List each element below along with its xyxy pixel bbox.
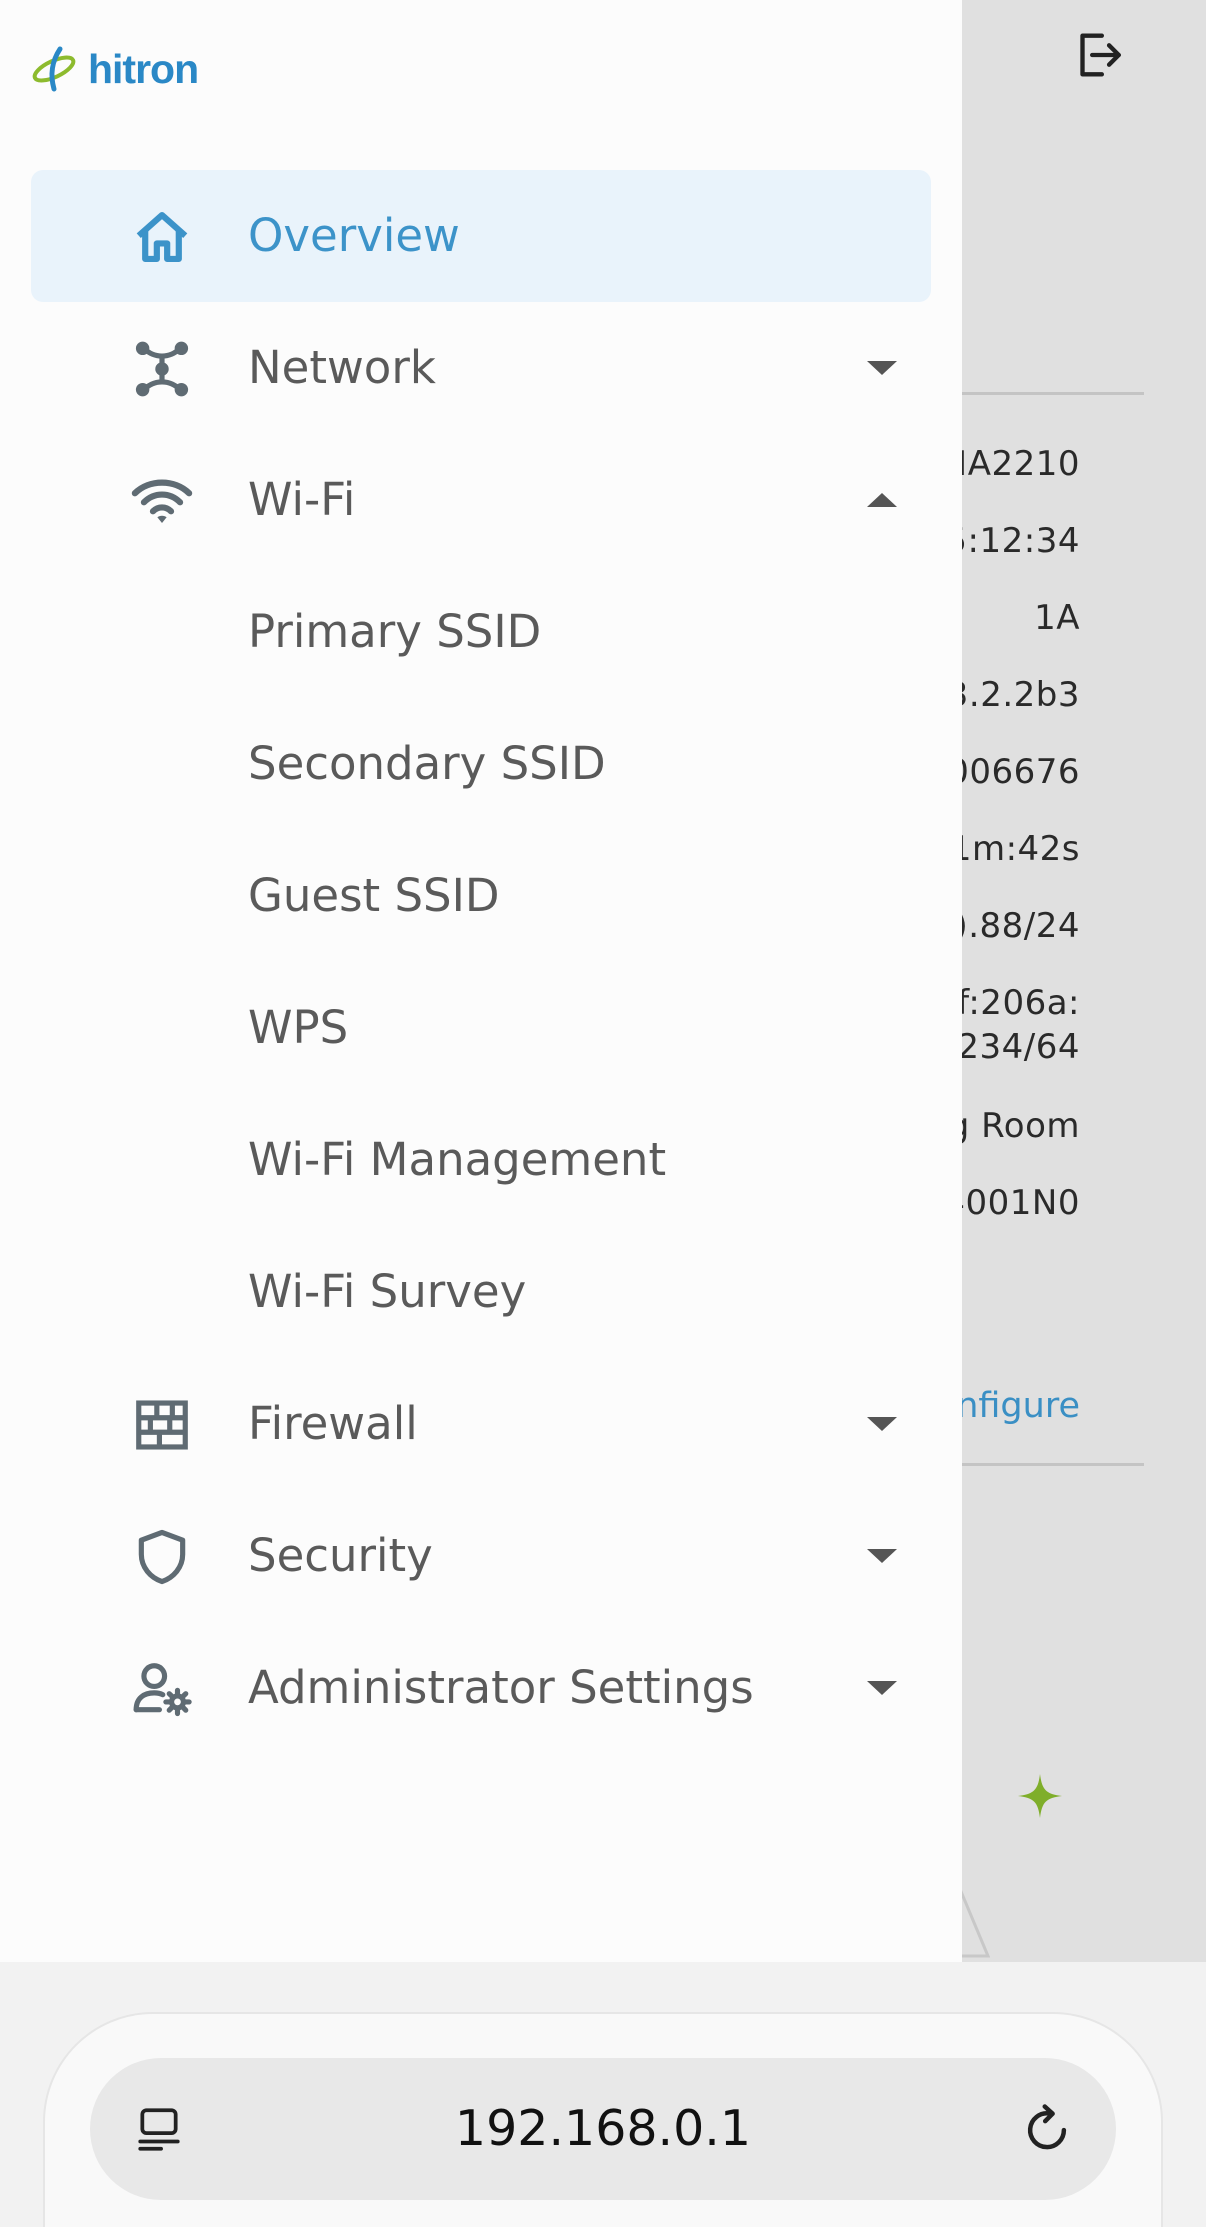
nav-label: Secondary SSID [248,737,606,790]
nav-item-wifi-management[interactable]: Wi-Fi Management [31,1094,931,1226]
nav-item-firewall[interactable]: Firewall [31,1358,931,1490]
nav-label: Primary SSID [248,605,542,658]
url-text[interactable]: 192.168.0.1 [90,2058,1116,2200]
firewall-icon [136,1400,188,1450]
nav-label: WPS [248,1001,349,1054]
nav-item-primary-ssid[interactable]: Primary SSID [31,566,931,698]
chevron-down-icon [867,1549,897,1563]
divider [962,1463,1144,1466]
info-value: 1A [1034,598,1080,638]
nav-label: Guest SSID [248,869,500,922]
info-value: 5:12:34 [945,521,1080,561]
nav-item-guest-ssid[interactable]: Guest SSID [31,830,931,962]
nav-item-overview[interactable]: Overview [31,170,931,302]
nav-item-secondary-ssid[interactable]: Secondary SSID [31,698,931,830]
nav-item-wps[interactable]: WPS [31,962,931,1094]
home-icon [136,211,188,263]
configure-link[interactable]: nfigure [956,1386,1080,1426]
nav-item-wifi-survey[interactable]: Wi-Fi Survey [31,1226,931,1358]
divider [962,392,1144,395]
logo-swoosh-icon [32,46,76,92]
info-value: 006676 [947,752,1080,792]
navigation-drawer: hitron Overview Network Wi-Fi Primary SS… [0,0,962,1962]
nav-item-wifi[interactable]: Wi-Fi [31,434,931,566]
wifi-icon [131,479,193,523]
info-value: 4001N0 [943,1183,1080,1223]
reload-icon[interactable] [1020,2102,1074,2156]
hitron-logo[interactable]: hitron [30,38,230,100]
nav-item-administrator-settings[interactable]: Administrator Settings [31,1622,931,1754]
nav-label: Wi-Fi Survey [248,1265,527,1318]
info-value: 234/64 [957,1027,1080,1067]
nav-label: Overview [248,209,460,262]
info-value: 3.2.2b3 [946,675,1080,715]
sparkle-icon [1018,1774,1062,1818]
nav-label: Firewall [248,1397,418,1450]
nav-label: Wi-Fi [248,473,356,526]
info-value: IA2210 [957,444,1080,484]
chevron-down-icon [867,361,897,375]
chevron-down-icon [867,1681,897,1695]
info-value: ).88/24 [954,906,1080,946]
nav-label: Wi-Fi Management [248,1133,667,1186]
nav-item-security[interactable]: Security [31,1490,931,1622]
network-icon [135,341,189,397]
nav-item-network[interactable]: Network [31,302,931,434]
address-bar[interactable]: 192.168.0.1 [90,2058,1116,2200]
browser-toolbar: 192.168.0.1 [0,1962,1206,2227]
nav-label: Administrator Settings [248,1661,754,1714]
chevron-down-icon [867,1417,897,1431]
logout-icon[interactable] [1068,26,1126,84]
info-value: 1m:42s [949,829,1080,869]
chevron-up-icon [867,493,897,507]
nav-label: Network [248,341,436,394]
logo-text: hitron [88,45,199,92]
nav-label: Security [248,1529,433,1582]
info-value: g Room [947,1106,1080,1146]
admin-settings-icon [133,1663,192,1717]
info-value: f:206a: [957,983,1080,1023]
shield-icon [138,1529,186,1585]
